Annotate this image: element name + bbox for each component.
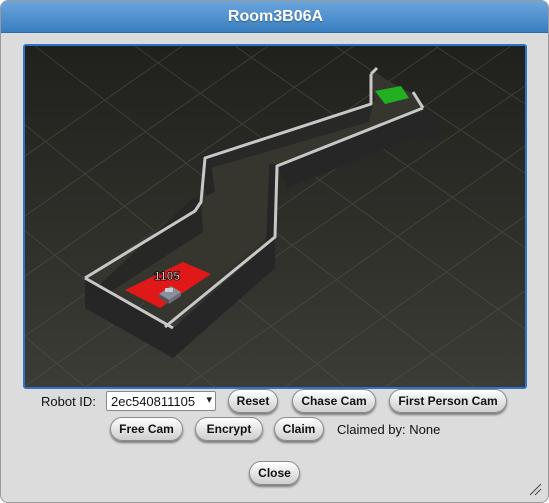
close-button[interactable]: Close	[249, 461, 300, 485]
robot-id-label: Robot ID:	[41, 394, 96, 409]
robot-id-value: 2ec540811105	[111, 394, 196, 409]
maze-scene: 1105	[25, 46, 525, 387]
chevron-down-icon: ▾	[206, 394, 212, 406]
resize-grip-icon[interactable]	[528, 482, 542, 496]
first-person-cam-button[interactable]: First Person Cam	[389, 389, 507, 413]
claim-button[interactable]: Claim	[274, 417, 324, 441]
robot-label: 1105	[154, 269, 180, 283]
free-cam-button[interactable]: Free Cam	[110, 417, 183, 441]
robot-id-select[interactable]: 2ec540811105 ▾	[106, 391, 216, 411]
claimed-by-status: Claimed by: None	[337, 422, 441, 437]
window-title: Room3B06A	[227, 8, 324, 25]
title-bar[interactable]: Room3B06A	[1, 1, 548, 33]
robot-room-dialog: Room3B06A 1105 Robot ID: 2ec540811105 ▾ …	[0, 0, 549, 503]
chase-cam-button[interactable]: Chase Cam	[292, 389, 376, 413]
3d-viewport[interactable]: 1105	[23, 44, 527, 389]
encrypt-button[interactable]: Encrypt	[195, 417, 263, 441]
reset-button[interactable]: Reset	[228, 389, 278, 413]
